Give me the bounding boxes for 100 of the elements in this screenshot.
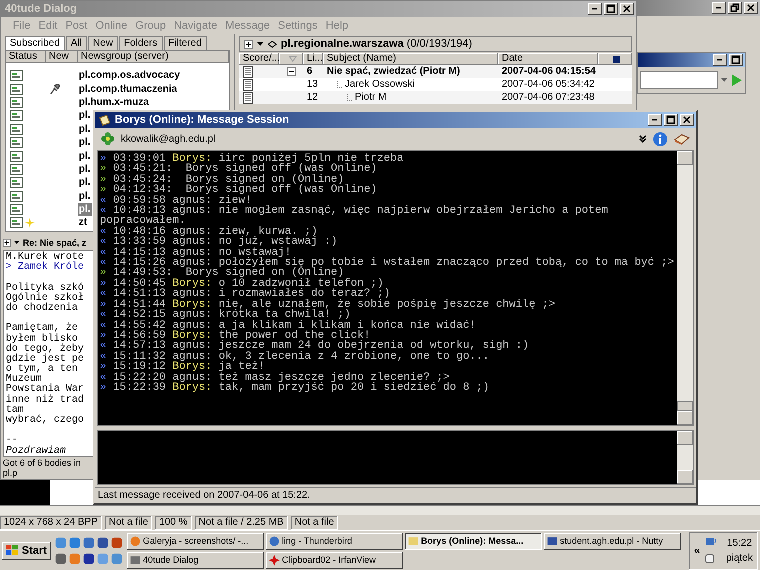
newsgroup-name[interactable]: pl.	[78, 136, 92, 150]
column-chooser-icon[interactable]	[613, 56, 620, 62]
article-line: Pozdrawiam	[6, 446, 66, 456]
collapse-icon[interactable]	[286, 67, 296, 76]
thread-row[interactable]: 12 Piotr M 2007-04-06 07:23:48	[239, 91, 632, 104]
newsgroup-name[interactable]: pl.comp.os.advocacy	[78, 69, 182, 82]
launcher-icon[interactable]	[83, 552, 96, 564]
newsgroup-name[interactable]: zt	[78, 216, 88, 230]
tree-line	[347, 94, 353, 102]
scrollbar[interactable]	[0, 505, 760, 515]
minimize-button[interactable]	[713, 54, 727, 66]
chat-message: » 03:45:21: Borys signed off (was Online)	[100, 164, 378, 175]
taskbar-button[interactable]: ling - Thunderbird	[266, 532, 404, 550]
thread-subject: Piotr M	[355, 92, 387, 103]
tab[interactable]: New	[88, 36, 118, 50]
minimize-button[interactable]	[648, 114, 662, 126]
address-field[interactable]	[640, 71, 718, 89]
tab[interactable]: All	[66, 36, 88, 50]
maximize-button[interactable]	[664, 114, 678, 126]
article-line: gdzie jest pe	[6, 354, 84, 365]
article-line: > Zamek Króle	[6, 262, 84, 274]
tree-line	[337, 80, 343, 88]
newsgroup-heading: pl.regionalne.warszawa (0/0/193/194)	[281, 38, 472, 50]
chat-message: » 03:39:01 Borys: iirc poniżej 5pln nie trzeba	[100, 154, 405, 164]
launcher-icon[interactable]	[97, 536, 110, 548]
chat-message: « 09:59:58 agnus: ziew!	[100, 196, 252, 206]
article-line: Ogólnie szkoł	[6, 292, 84, 304]
newsgroup-name[interactable]: pl.	[78, 109, 92, 122]
column-header[interactable]: Status	[6, 51, 46, 63]
thread-row[interactable]: 13 Jarek Ossowski 2007-04-06 05:34:42	[239, 78, 632, 91]
dropdown-icon[interactable]	[14, 241, 20, 245]
launcher-icon[interactable]	[111, 536, 124, 548]
expand-icon[interactable]	[3, 239, 11, 247]
newsgroup-name[interactable]: pl.	[78, 176, 92, 190]
maximize-icon	[731, 55, 741, 65]
taskbar-button[interactable]: student.agh.edu.pl - Nutty	[544, 532, 682, 550]
chat-message: » 14:49:53: Borys signed on (Online)	[100, 268, 344, 279]
newsgroup-name[interactable]: pl.	[78, 122, 92, 136]
dropdown-icon[interactable]	[257, 42, 264, 46]
thread-subject: Nie spać, zwiedzać (Piotr M)	[327, 66, 460, 77]
chat-message: « 14:57:13 agnus: jeszcze mam 24 do obejrzenia od wtorku, sigh :)	[100, 341, 530, 352]
newsgroup-icon	[10, 96, 23, 108]
taskbar-button[interactable]: Galeryja - screenshots/ -...	[127, 532, 264, 550]
newsgroup-name[interactable]: pl.	[78, 150, 92, 163]
chat-message: » 14:56:59 Borys: the power od the click!	[100, 330, 371, 342]
maximize-button[interactable]	[729, 54, 743, 66]
book-icon[interactable]	[674, 133, 690, 145]
taskbar-button[interactable]: 40tude Dialog	[127, 552, 264, 568]
article-line: wybrać, czego	[6, 415, 84, 426]
minimize-icon	[717, 59, 723, 61]
thread-date: 2007-04-06 07:23:48	[502, 92, 595, 103]
thread-date: 2007-04-06 04:15:54	[502, 66, 596, 77]
column-header[interactable]	[279, 53, 303, 65]
chat-message: « 15:11:32 agnus: ok, 3 zlecenia z 4 zrobione, one to go...	[100, 352, 490, 362]
close-icon	[682, 115, 692, 125]
window-title: Borys (Online): Message Session	[115, 114, 290, 126]
column-header[interactable]: Newsgroup (server)	[78, 51, 229, 63]
newsgroup-icon	[10, 217, 23, 228]
tab[interactable]: Filtered	[164, 36, 207, 50]
restore-icon	[730, 3, 740, 13]
newsgroup-name[interactable]: pl.comp.tłumaczenia	[78, 82, 178, 96]
info-icon[interactable]	[653, 132, 668, 146]
tab[interactable]: Subscribed	[5, 36, 66, 50]
windows-logo-icon	[6, 545, 19, 556]
column-header[interactable]: Score/...	[239, 53, 279, 65]
newsgroup-name[interactable]: pl.hum.x-muza	[78, 96, 150, 109]
article-line: do tego, żeby	[6, 344, 84, 355]
taskbar-button[interactable]: Borys (Online): Messa...	[405, 532, 542, 550]
chevron-down-icon[interactable]	[639, 135, 647, 143]
column-header[interactable]: New	[46, 51, 78, 63]
minimize-icon	[652, 119, 658, 121]
close-button[interactable]	[680, 114, 694, 126]
speaker-icon[interactable]	[704, 552, 716, 564]
chat-message: « 14:15:13 agnus: no wstawaj!	[100, 248, 292, 258]
tray-toggle[interactable]: «	[694, 544, 700, 556]
expand-icon[interactable]	[244, 40, 253, 48]
launcher-icon[interactable]	[55, 552, 68, 564]
column-header[interactable]: Date	[498, 53, 598, 65]
taskbar-button[interactable]: Clipboard02 - IrfanView	[266, 552, 404, 568]
note-icon	[99, 114, 111, 126]
column-header[interactable]: Subject (Name)	[323, 53, 498, 65]
chat-message: « 10:48:13 agnus: nie mogłem zasnąć, więc najpierw obejrzałem Jericho a potem popracowałem.	[100, 206, 610, 227]
contact-address: kkowalik@agh.edu.pl	[121, 134, 216, 144]
start-button[interactable]: Start	[2, 542, 52, 560]
launcher-icon[interactable]	[83, 536, 96, 548]
image-placeholder	[0, 480, 50, 505]
tab[interactable]: Folders	[119, 36, 163, 50]
newsgroup-icon	[10, 137, 23, 148]
newsgroup-name[interactable]: pl.	[78, 190, 92, 203]
status-text: Got 6 of 6 bodies in pl.p	[3, 458, 82, 478]
thread-subject: Jarek Ossowski	[345, 79, 416, 90]
newsgroup-name[interactable]: pl.	[78, 162, 92, 176]
article-line: Powstania War	[6, 384, 84, 396]
scrollbar[interactable]	[677, 151, 693, 425]
maximize-icon	[666, 115, 676, 125]
caret-icon[interactable]	[721, 78, 728, 82]
thread-row[interactable]: 6 Nie spać, zwiedzać (Piotr M) 2007-04-06 04:15:54	[239, 65, 632, 78]
newsgroup-name[interactable]: pl.	[78, 203, 92, 216]
column-header[interactable]: Li...	[303, 53, 323, 65]
maximize-icon	[606, 4, 616, 14]
